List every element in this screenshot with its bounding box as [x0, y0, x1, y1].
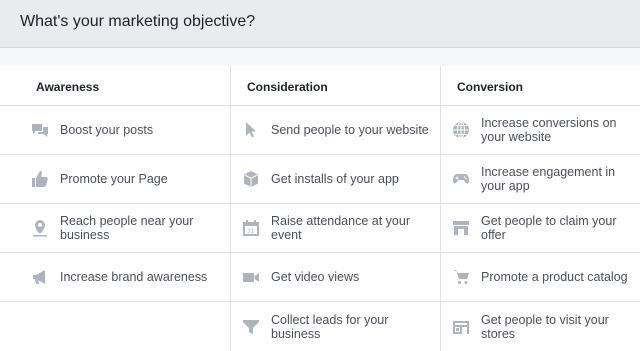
objective-app-installs[interactable]: Get installs of your app: [231, 155, 440, 204]
boost-posts-icon: [30, 120, 50, 140]
objective-promote-page[interactable]: Promote your Page: [0, 155, 230, 204]
objective-store-visits[interactable]: Get people to visit your stores: [441, 302, 640, 351]
objective-conversions[interactable]: Increase conversions on your website: [441, 106, 640, 155]
column-title: Awareness: [0, 66, 230, 106]
objective-lead-generation[interactable]: Collect leads for your business: [231, 302, 440, 351]
objective-app-engagement[interactable]: Increase engagement in your app: [441, 155, 640, 204]
column-conversion: Conversion Increase conversions on your …: [441, 66, 640, 351]
objective-website-traffic[interactable]: Send people to your website: [231, 106, 440, 155]
objective-label: Raise attendance at your event: [271, 214, 410, 242]
column-awareness: Awareness Boost your posts Promote your …: [0, 66, 231, 351]
globe-icon: [451, 120, 471, 140]
objective-label: Promote a product catalog: [481, 270, 628, 284]
megaphone-icon: [30, 267, 50, 287]
video-camera-icon: [241, 267, 261, 287]
objective-label: Promote your Page: [60, 172, 168, 186]
thumbs-up-icon: [30, 169, 50, 189]
objective-brand-awareness[interactable]: Increase brand awareness: [0, 253, 230, 302]
funnel-icon: [241, 317, 261, 337]
storefront-icon: [451, 218, 471, 238]
objective-boost-posts[interactable]: Boost your posts: [0, 106, 230, 155]
svg-text:31: 31: [247, 228, 255, 235]
gamepad-icon: [451, 169, 471, 189]
calendar-icon: 31: [241, 218, 261, 238]
column-consideration: Consideration Send people to your websit…: [231, 66, 441, 351]
objective-label: Reach people near your business: [60, 214, 194, 242]
objective-label: Get people to claim your offer: [481, 214, 617, 242]
objective-label: Increase brand awareness: [60, 270, 208, 284]
objective-event-responses[interactable]: 31 Raise attendance at your event: [231, 204, 440, 253]
objective-label: Get installs of your app: [271, 172, 399, 186]
objective-label: Send people to your website: [271, 123, 429, 137]
objective-offer-claims[interactable]: Get people to claim your offer: [441, 204, 640, 253]
location-pin-icon: [30, 218, 50, 238]
cursor-icon: [241, 120, 261, 140]
objective-label: Increase engagement in your app: [481, 165, 616, 193]
objective-label: Boost your posts: [60, 123, 154, 137]
objective-label: Increase conversions on your website: [481, 116, 617, 144]
objective-grid: Awareness Boost your posts Promote your …: [0, 66, 640, 351]
objective-video-views[interactable]: Get video views: [231, 253, 440, 302]
empty-cell: [0, 302, 230, 351]
objective-product-catalog[interactable]: Promote a product catalog: [441, 253, 640, 302]
objective-reach-nearby[interactable]: Reach people near your business: [0, 204, 230, 253]
objective-label: Collect leads for your business: [271, 312, 389, 341]
header-spacer: [0, 48, 640, 66]
column-title: Conversion: [441, 66, 640, 106]
page-header: What's your marketing objective?: [0, 0, 640, 48]
objective-label: Get video views: [271, 270, 360, 284]
store-icon: [451, 317, 471, 337]
page-title: What's your marketing objective?: [20, 13, 256, 30]
box-icon: [241, 169, 261, 189]
shopping-cart-icon: [451, 267, 471, 287]
column-title: Consideration: [231, 66, 440, 106]
objective-label: Get people to visit your stores: [481, 312, 609, 341]
